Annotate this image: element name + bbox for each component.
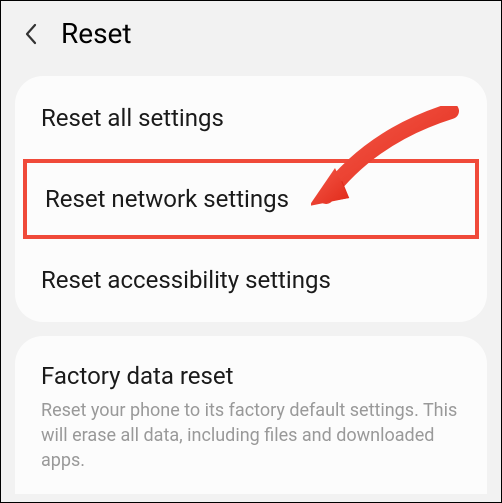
back-icon[interactable] — [21, 24, 41, 44]
reset-options-card: Reset all settings Reset network setting… — [15, 76, 487, 322]
header: Reset — [1, 1, 501, 70]
reset-all-settings[interactable]: Reset all settings — [15, 76, 487, 160]
page-title: Reset — [61, 17, 132, 50]
reset-network-settings[interactable]: Reset network settings — [23, 159, 479, 239]
factory-reset-title: Factory data reset — [41, 362, 461, 390]
factory-reset-description: Reset your phone to its factory default … — [41, 398, 461, 474]
factory-reset-card[interactable]: Factory data reset Reset your phone to i… — [15, 336, 487, 494]
reset-accessibility-settings[interactable]: Reset accessibility settings — [15, 238, 487, 322]
